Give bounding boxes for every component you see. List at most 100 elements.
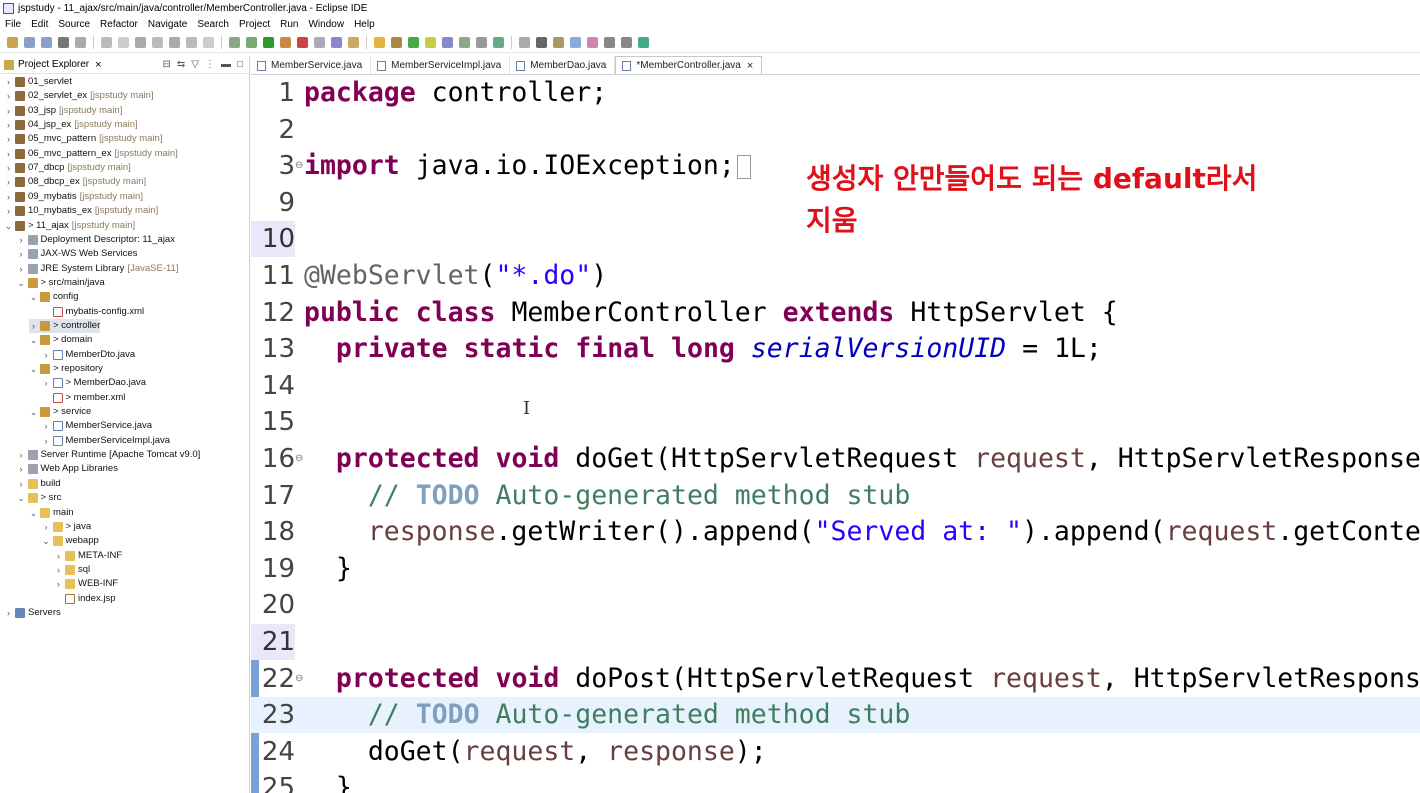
code-line[interactable]: 18 response.getWriter().append("Served a… [251, 514, 1420, 550]
menu-window[interactable]: Window [303, 19, 349, 30]
code-line[interactable]: 15 [251, 404, 1420, 440]
toolbar-button-icon[interactable] [519, 37, 530, 48]
code-line[interactable]: 25 } [251, 770, 1420, 793]
toolbar-button-icon[interactable] [263, 37, 274, 48]
menu-source[interactable]: Source [53, 19, 95, 30]
code-line[interactable]: 13 private static final long serialVersi… [251, 331, 1420, 367]
chevron-down-icon[interactable]: ⌄ [29, 405, 38, 419]
toolbar-button-icon[interactable] [587, 37, 598, 48]
tree-item[interactable]: ⌄ > repository [29, 362, 103, 376]
tree-item[interactable]: › Servers [4, 606, 61, 620]
filter-icon[interactable]: ▽ [191, 59, 199, 70]
tree-item[interactable]: › Deployment Descriptor: 11_ajax [17, 233, 175, 247]
toolbar-button-icon[interactable] [203, 37, 214, 48]
toolbar-button-icon[interactable] [604, 37, 615, 48]
code-line[interactable]: 24 doGet(request, response); [251, 734, 1420, 770]
toolbar-button-icon[interactable] [7, 37, 18, 48]
chevron-down-icon[interactable]: ⌄ [42, 534, 51, 548]
toolbar-button-icon[interactable] [408, 37, 419, 48]
menu-edit[interactable]: Edit [26, 19, 53, 30]
code-line[interactable]: 23 // TODO Auto-generated method stub [251, 697, 1420, 734]
view-menu-icon[interactable]: ⋮ [205, 59, 215, 70]
link-editor-icon[interactable]: ⇆ [177, 59, 185, 70]
tree-item[interactable]: › > java [42, 520, 91, 534]
chevron-right-icon[interactable]: › [4, 204, 13, 218]
tree-item[interactable]: › sql [54, 563, 90, 577]
toolbar-button-icon[interactable] [169, 37, 180, 48]
chevron-right-icon[interactable]: › [4, 132, 13, 146]
chevron-right-icon[interactable]: › [17, 233, 26, 247]
fold-toggle-icon[interactable]: ⊖ [295, 148, 303, 184]
chevron-right-icon[interactable]: › [4, 175, 13, 189]
chevron-right-icon[interactable]: › [42, 520, 51, 534]
tree-item[interactable]: ⌄ main [29, 506, 74, 520]
toolbar-button-icon[interactable] [229, 37, 240, 48]
tab-project-explorer[interactable]: Project Explorer × [0, 57, 106, 73]
editor-tab[interactable]: MemberService.java [251, 57, 372, 74]
toolbar-button-icon[interactable] [101, 37, 112, 48]
toolbar-button-icon[interactable] [570, 37, 581, 48]
menu-file[interactable]: File [0, 19, 26, 30]
tree-item[interactable]: › 08_dbcp_ex [jspstudy main] [4, 175, 146, 189]
toolbar-button-icon[interactable] [442, 37, 453, 48]
tree-item[interactable]: › 03_jsp [jspstudy main] [4, 104, 122, 118]
chevron-down-icon[interactable]: ⌄ [29, 506, 38, 520]
toolbar-button-icon[interactable] [553, 37, 564, 48]
menu-search[interactable]: Search [192, 19, 234, 30]
tree-item[interactable]: > member.xml [42, 391, 125, 405]
tree-item[interactable]: › MemberService.java [42, 419, 152, 433]
code-line[interactable]: 1 package controller; [251, 75, 1420, 111]
tree-item[interactable]: › 05_mvc_pattern [jspstudy main] [4, 132, 163, 146]
chevron-right-icon[interactable]: › [4, 104, 13, 118]
chevron-right-icon[interactable]: › [4, 147, 13, 161]
toolbar-button-icon[interactable] [75, 37, 86, 48]
code-line[interactable]: 14 [251, 368, 1420, 404]
tree-item[interactable]: › 01_servlet [4, 75, 72, 89]
toolbar-button-icon[interactable] [374, 37, 385, 48]
toolbar-button-icon[interactable] [58, 37, 69, 48]
toolbar-button-icon[interactable] [135, 37, 146, 48]
chevron-right-icon[interactable]: › [54, 563, 63, 577]
minimize-icon[interactable]: ▬ [221, 59, 231, 70]
chevron-right-icon[interactable]: › [42, 419, 51, 433]
code-line[interactable]: 11 @WebServlet("*.do") [251, 258, 1420, 294]
fold-toggle-icon[interactable]: ⊖ [295, 661, 303, 697]
chevron-right-icon[interactable]: › [17, 477, 26, 491]
chevron-right-icon[interactable]: › [42, 434, 51, 448]
chevron-right-icon[interactable]: › [4, 89, 13, 103]
toolbar-button-icon[interactable] [246, 37, 257, 48]
toolbar-button-icon[interactable] [493, 37, 504, 48]
tree-item[interactable]: ⌄ config [29, 290, 78, 304]
menu-run[interactable]: Run [275, 19, 303, 30]
chevron-down-icon[interactable]: ⌄ [4, 219, 13, 233]
tree-item[interactable]: › Web App Libraries [17, 462, 118, 476]
tree-item[interactable]: › MemberServiceImpl.java [42, 434, 170, 448]
tree-item[interactable]: ⌄ > 11_ajax [jspstudy main] [4, 219, 135, 233]
toolbar-button-icon[interactable] [425, 37, 436, 48]
toolbar-button-icon[interactable] [280, 37, 291, 48]
chevron-right-icon[interactable]: › [42, 376, 51, 390]
tree-item[interactable]: ⌄ webapp [42, 534, 99, 548]
close-icon[interactable]: × [95, 59, 101, 71]
tree-item[interactable]: mybatis-config.xml [42, 305, 144, 319]
toolbar-button-icon[interactable] [459, 37, 470, 48]
tree-item[interactable]: › 06_mvc_pattern_ex [jspstudy main] [4, 147, 178, 161]
toolbar-button-icon[interactable] [152, 37, 163, 48]
tree-item[interactable]: › META-INF [54, 549, 122, 563]
maximize-icon[interactable]: □ [237, 59, 243, 70]
tree-item[interactable]: › 02_servlet_ex [jspstudy main] [4, 89, 154, 103]
toolbar-button-icon[interactable] [24, 37, 35, 48]
chevron-right-icon[interactable]: › [4, 118, 13, 132]
code-line[interactable]: 22 ⊖ protected void doPost(HttpServletReq… [251, 661, 1420, 697]
tree-item[interactable]: ⌄ > domain [29, 333, 92, 347]
tree-item[interactable]: › 09_mybatis [jspstudy main] [4, 190, 143, 204]
tree-item[interactable]: › > MemberDao.java [42, 376, 146, 390]
chevron-right-icon[interactable]: › [4, 75, 13, 89]
chevron-right-icon[interactable]: › [4, 161, 13, 175]
folded-imports-marker[interactable] [736, 154, 751, 179]
tree-item[interactable]: › JRE System Library [JavaSE-11] [17, 262, 178, 276]
editor-tab[interactable]: *MemberController.java × [615, 56, 763, 74]
toolbar-button-icon[interactable] [391, 37, 402, 48]
tree-item[interactable]: › 10_mybatis_ex [jspstudy main] [4, 204, 158, 218]
chevron-right-icon[interactable]: › [42, 348, 51, 362]
